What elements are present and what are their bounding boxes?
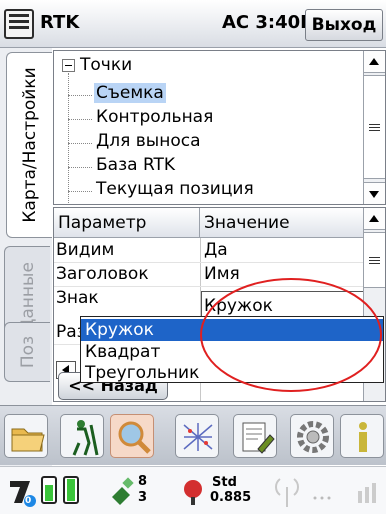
column-header-value[interactable]: Значение (200, 208, 365, 238)
grid-header: Параметр Значение (54, 208, 365, 238)
ellipsis-icon (313, 496, 331, 500)
radio-signal-icon (275, 478, 299, 507)
tree-item[interactable]: Съемка (94, 83, 166, 103)
tab-map-settings[interactable]: Карта/Настройки (6, 52, 52, 238)
tree-item[interactable]: Текущая позиция (96, 179, 254, 199)
tree-item[interactable]: База RTK (96, 155, 175, 175)
symbol-dropdown-list[interactable]: Кружок Квадрат Треугольник (80, 316, 384, 383)
tree-scrollbar[interactable] (363, 51, 385, 204)
info-icon[interactable] (340, 414, 384, 458)
tree-connector (68, 191, 92, 192)
table-row[interactable]: Заголовок Имя (54, 263, 365, 287)
row-key: Знак (56, 288, 99, 308)
row-value: Да (204, 240, 228, 260)
arrow-up-icon (369, 58, 379, 65)
search-map-icon[interactable] (110, 414, 154, 458)
satellite-count-top: 8 (138, 474, 148, 489)
edit-document-icon[interactable] (233, 414, 277, 458)
dropdown-option[interactable]: Треугольник (81, 362, 383, 384)
tree-connector (68, 119, 92, 120)
dropdown-option[interactable]: Квадрат (81, 341, 383, 363)
tree-connector (68, 143, 92, 144)
grip-icon (369, 257, 380, 258)
satellite-count-bottom: 3 (138, 490, 148, 505)
solution-label: Std (212, 475, 237, 490)
surveyor-icon[interactable] (60, 414, 104, 458)
settings-gear-icon[interactable] (290, 414, 334, 458)
tree-connector (68, 73, 69, 204)
app-title: RTK (40, 12, 80, 33)
column-header-parameter[interactable]: Параметр (54, 208, 200, 238)
arrow-down-icon (369, 191, 379, 198)
collapse-icon[interactable] (62, 59, 75, 72)
bottom-toolbar (0, 405, 386, 465)
grip-icon (369, 124, 380, 125)
tab-position[interactable]: Поз (4, 322, 50, 382)
tab-map-settings-label: Карта/Настройки (19, 67, 40, 223)
tree-item[interactable]: Контрольная (96, 107, 213, 127)
open-folder-icon[interactable] (4, 414, 48, 458)
scroll-thumb[interactable] (364, 232, 385, 288)
tree-item[interactable]: Для выноса (96, 131, 201, 151)
title-bar: RTK AC 3:40P Выход (0, 0, 386, 48)
grid-points-icon[interactable] (175, 414, 219, 458)
tree-root[interactable]: Точки (80, 55, 132, 75)
device-status-icon (10, 481, 36, 507)
battery-icon (41, 476, 79, 504)
row-key: Видим (56, 240, 115, 260)
dropdown-option[interactable]: Кружок (81, 319, 383, 341)
row-key: Заголовок (56, 264, 149, 284)
signal-bars-icon (358, 483, 376, 503)
scroll-up-button[interactable] (364, 51, 385, 73)
accuracy-value: 0.885 (210, 490, 252, 505)
arrow-up-icon (369, 215, 379, 222)
tree-connector (68, 167, 92, 168)
battery-badge: 0 (25, 496, 32, 506)
tree-connector (68, 95, 92, 96)
scroll-up-button[interactable] (364, 208, 385, 230)
status-bar: 0 8 3 Std 0.885 (0, 466, 386, 514)
satellite-icon (112, 477, 134, 505)
row-value: Имя (204, 264, 240, 284)
tab-position-label: Поз (17, 335, 38, 369)
start-menu-icon[interactable] (4, 9, 34, 39)
layer-tree[interactable]: Точки Съемка Контрольная Для выноса База… (53, 50, 386, 205)
scroll-down-button[interactable] (364, 182, 385, 204)
scroll-thumb[interactable] (364, 75, 385, 179)
exit-button[interactable]: Выход (305, 9, 383, 41)
clock: AC 3:40P (222, 12, 314, 33)
table-row[interactable]: Видим Да (54, 239, 365, 263)
antenna-status-icon (184, 480, 202, 505)
